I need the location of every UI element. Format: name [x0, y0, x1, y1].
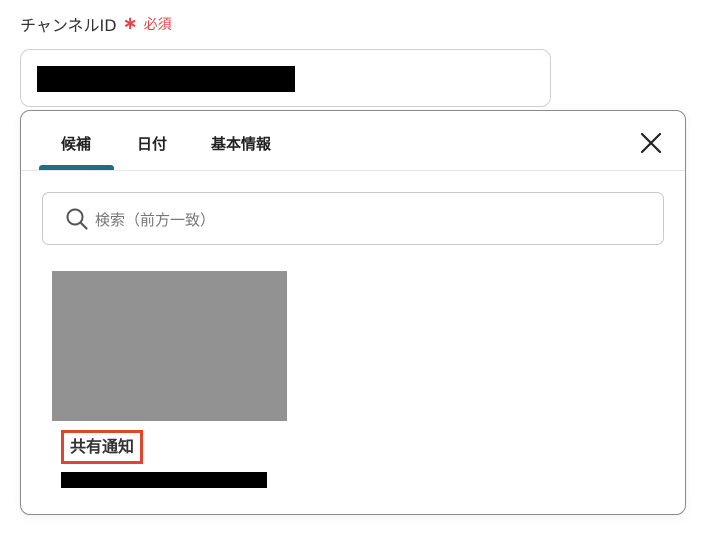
required-label: 必須	[143, 17, 172, 33]
tab-bar: 候補 日付 基本情報	[21, 111, 685, 171]
tab-date[interactable]: 日付	[137, 133, 167, 154]
tab-basic-info[interactable]: 基本情報	[211, 133, 271, 154]
result-title: 共有通知	[61, 430, 144, 464]
search-icon	[65, 207, 89, 231]
tab-candidates[interactable]: 候補	[61, 133, 91, 154]
redacted-subtitle	[61, 472, 267, 488]
field-label-row: チャンネルID ∗ 必須	[20, 12, 172, 36]
search-input[interactable]	[93, 193, 657, 246]
search-box	[42, 192, 664, 246]
candidate-popup: 候補 日付 基本情報 共有通知	[20, 110, 686, 515]
redacted-value	[37, 66, 295, 92]
close-icon[interactable]	[639, 131, 663, 155]
active-tab-indicator	[39, 165, 114, 170]
channel-id-field-container: チャンネルID ∗ 必須 候補 日付 基本情報 検索（前方一致） 共有通知	[0, 0, 724, 536]
result-card[interactable]: 共有通知	[52, 271, 287, 493]
channel-id-input[interactable]	[20, 49, 551, 107]
result-thumbnail	[52, 271, 287, 421]
required-asterisk-icon: ∗	[122, 13, 138, 34]
field-label: チャンネルID	[20, 16, 117, 35]
